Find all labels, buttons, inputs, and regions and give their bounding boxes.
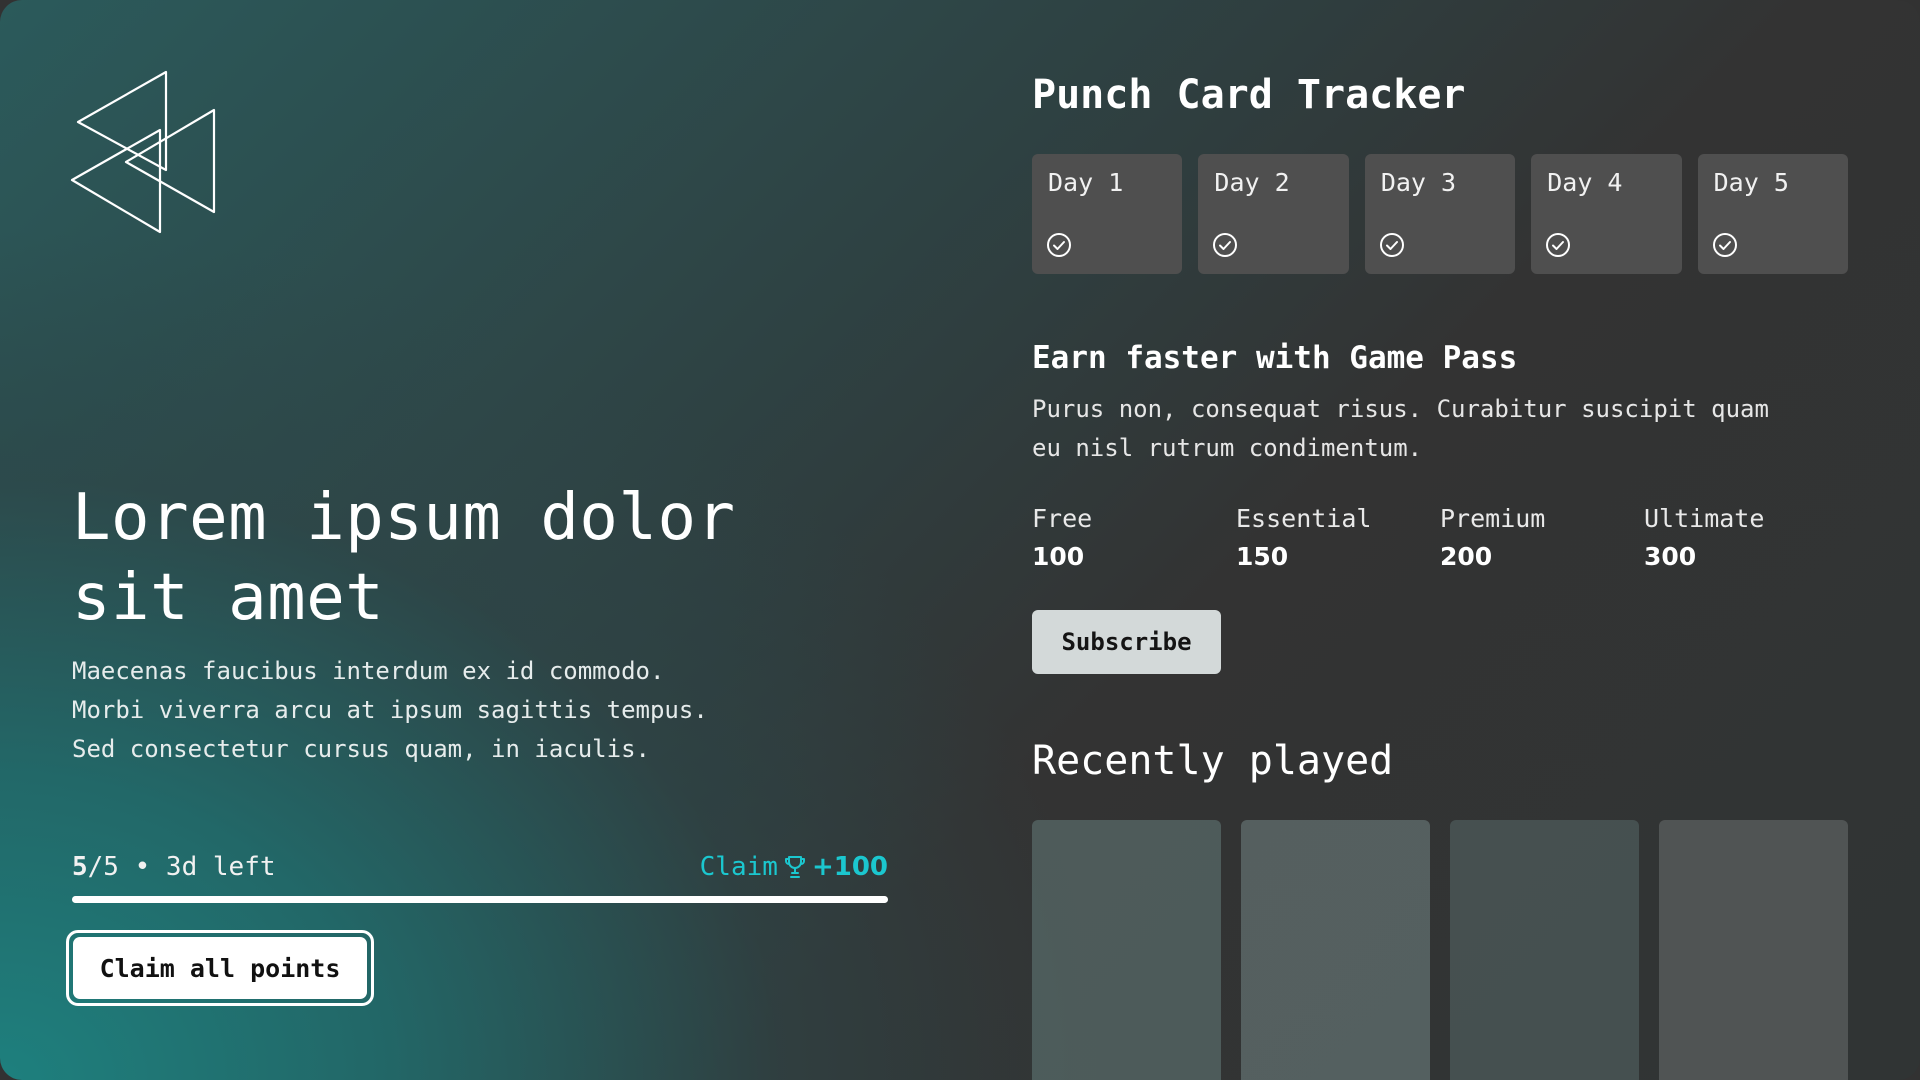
claim-label: Claim bbox=[699, 852, 778, 882]
recently-played-list bbox=[1032, 820, 1848, 1080]
claim-link[interactable]: Claim +100 bbox=[700, 852, 888, 882]
day-card-4[interactable]: Day 4 bbox=[1531, 154, 1682, 274]
check-circle-icon bbox=[1379, 233, 1404, 257]
hero-desc-line-1: Maecenas faucibus interdum ex id commodo… bbox=[72, 657, 665, 685]
game-tile[interactable] bbox=[1032, 820, 1221, 1080]
subscribe-button[interactable]: Subscribe bbox=[1032, 610, 1221, 674]
trophy-icon bbox=[784, 856, 805, 878]
game-pass-desc-line-1: Purus non, consequat risus. Curabitur su… bbox=[1032, 395, 1769, 423]
tier-essential: Essential 150 bbox=[1236, 500, 1440, 576]
day-label: Day 1 bbox=[1048, 168, 1124, 197]
recently-played-title: Recently played bbox=[1032, 738, 1394, 784]
hero-description: Maecenas faucibus interdum ex id commodo… bbox=[72, 652, 792, 769]
tier-free: Free 100 bbox=[1032, 500, 1236, 576]
day-card-1[interactable]: Day 1 bbox=[1032, 154, 1183, 274]
tier-name: Essential bbox=[1236, 504, 1372, 533]
game-pass-desc-line-2: eu nisl rutrum condimentum. bbox=[1032, 434, 1423, 462]
check-circle-icon bbox=[1546, 233, 1571, 257]
hero-title: Lorem ipsum dolor sit amet bbox=[72, 478, 872, 638]
triangles-logo-icon bbox=[70, 70, 216, 234]
punch-card-days: Day 1 Day 2 Day 3 Day 4 Day 5 bbox=[1032, 154, 1849, 274]
claim-all-button-frame: Claim all points bbox=[66, 930, 374, 1006]
progress-bar-fill bbox=[72, 896, 888, 903]
progress-bar bbox=[72, 896, 888, 903]
game-tile[interactable] bbox=[1450, 820, 1639, 1080]
tier-points: 100 bbox=[1032, 542, 1085, 571]
tier-points: 300 bbox=[1644, 542, 1697, 571]
claim-all-button[interactable]: Claim all points bbox=[73, 937, 367, 999]
hero-title-line-1: Lorem ipsum dolor bbox=[72, 481, 736, 555]
progress-count: 5/5 • 3d left bbox=[72, 852, 276, 882]
claim-points: +100 bbox=[811, 852, 888, 882]
day-label: Day 2 bbox=[1214, 168, 1290, 197]
check-circle-icon bbox=[1047, 233, 1071, 257]
progress-time-left: • 3d left bbox=[118, 852, 276, 882]
game-pass-description: Purus non, consequat risus. Curabitur su… bbox=[1032, 390, 1848, 468]
game-tile[interactable] bbox=[1659, 820, 1848, 1080]
day-card-3[interactable]: Day 3 bbox=[1364, 154, 1516, 274]
right-panel: Punch Card Tracker Day 1 Day 2 Day 3 Day… bbox=[1032, 0, 1849, 1080]
hero-desc-line-3: Sed consectetur cursus quam, in iaculis. bbox=[72, 735, 650, 763]
check-circle-icon bbox=[1213, 233, 1238, 257]
tier-premium: Premium 200 bbox=[1440, 500, 1644, 576]
progress-total: /5 bbox=[87, 852, 119, 882]
hero-title-line-2: sit amet bbox=[72, 561, 385, 635]
tier-name: Premium bbox=[1440, 504, 1546, 533]
progress-row: 5/5 • 3d left Claim +100 bbox=[72, 852, 888, 886]
day-card-5[interactable]: Day 5 bbox=[1697, 154, 1849, 274]
app-screen: Lorem ipsum dolor sit amet Maecenas fauc… bbox=[0, 0, 1920, 1080]
day-label: Day 5 bbox=[1713, 168, 1789, 197]
day-label: Day 4 bbox=[1547, 168, 1623, 197]
day-label: Day 3 bbox=[1380, 168, 1457, 197]
tier-list: Free 100 Essential 150 Premium 200 Ultim… bbox=[1032, 500, 1848, 576]
tier-name: Free bbox=[1032, 504, 1093, 533]
check-circle-icon bbox=[1712, 233, 1737, 257]
tier-points: 200 bbox=[1440, 542, 1493, 571]
progress-current: 5 bbox=[72, 852, 88, 882]
hero-desc-line-2: Morbi viverra arcu at ipsum sagittis tem… bbox=[72, 696, 708, 724]
day-card-2[interactable]: Day 2 bbox=[1198, 154, 1349, 274]
punch-card-title: Punch Card Tracker bbox=[1032, 72, 1466, 118]
tier-name: Ultimate bbox=[1644, 504, 1765, 533]
tier-points: 150 bbox=[1236, 542, 1289, 571]
game-pass-title: Earn faster with Game Pass bbox=[1032, 340, 1518, 376]
game-tile[interactable] bbox=[1241, 820, 1430, 1080]
tier-ultimate: Ultimate 300 bbox=[1644, 500, 1848, 576]
